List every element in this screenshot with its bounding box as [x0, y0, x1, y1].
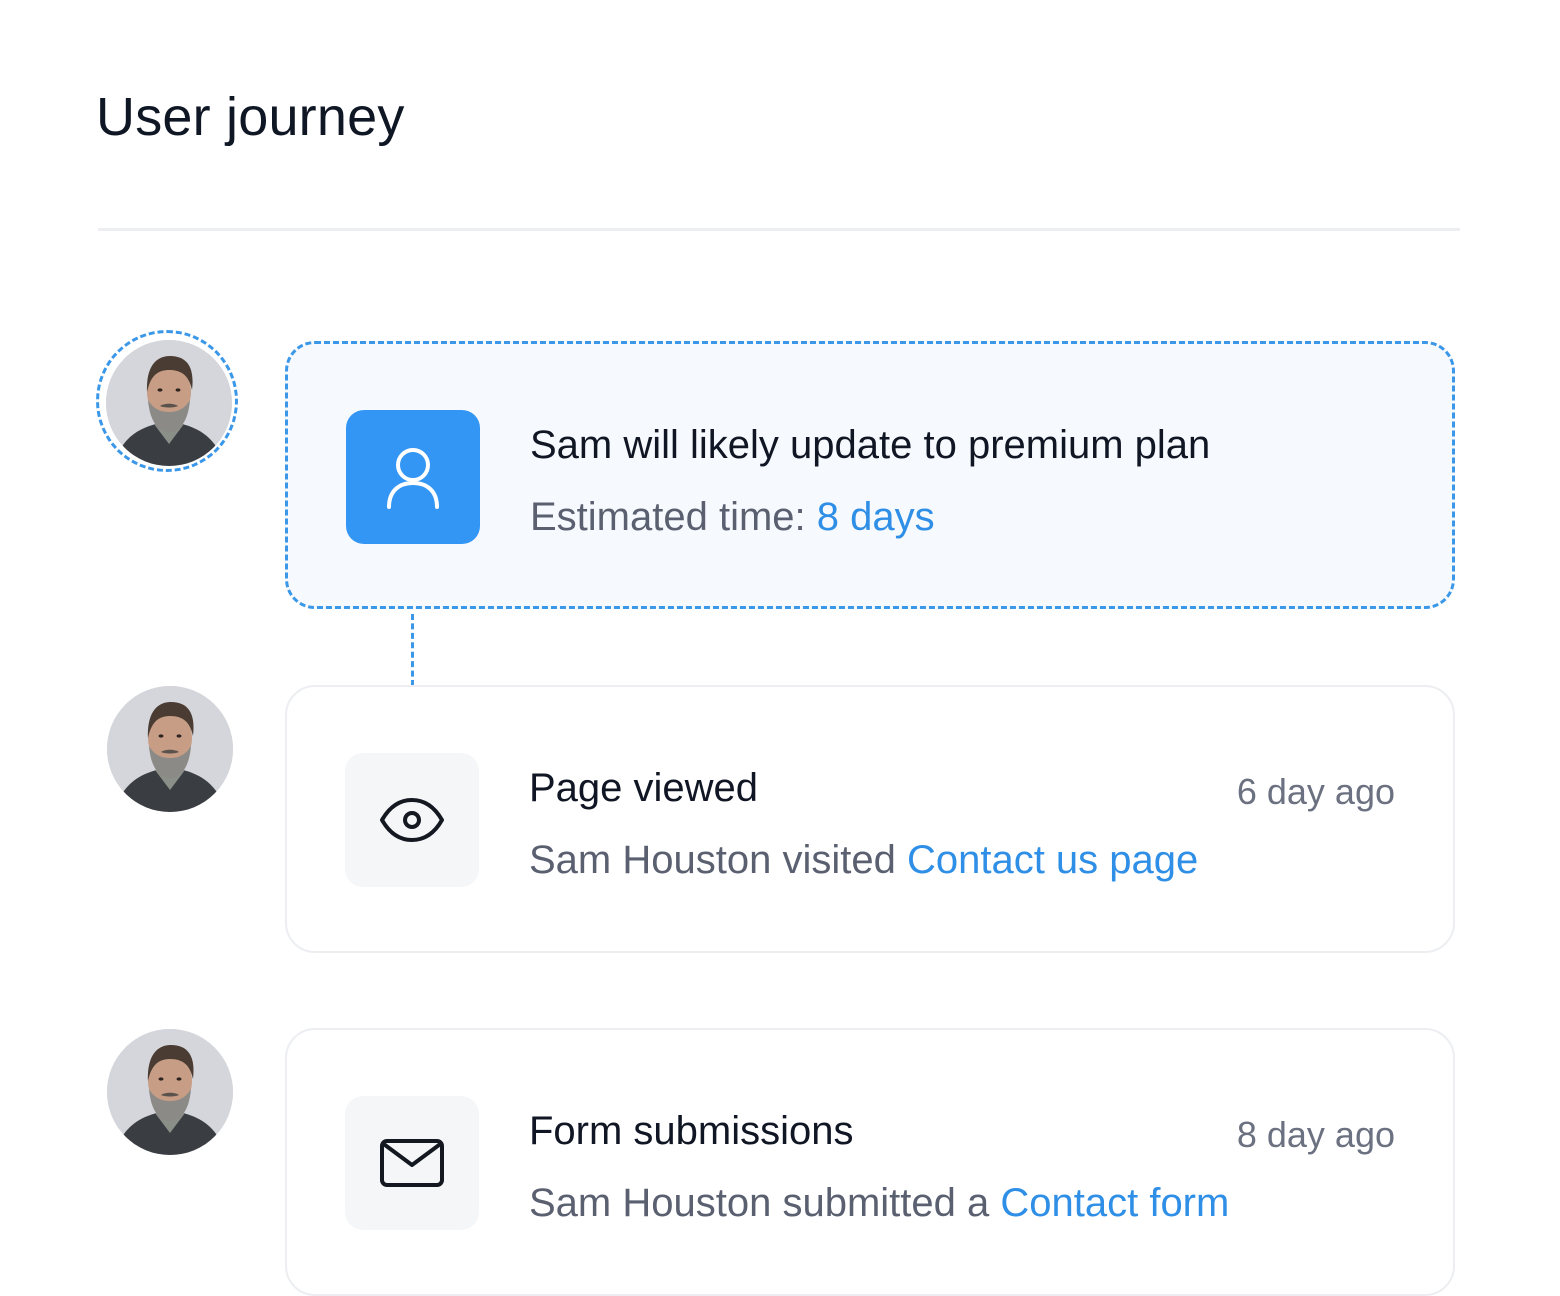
prediction-subtitle-label: Estimated time: — [530, 495, 817, 539]
event-title: Form submissions — [529, 1109, 854, 1153]
avatar[interactable] — [107, 1029, 233, 1155]
event-time: 6 day ago — [1236, 771, 1395, 812]
prediction-title: Sam will likely update to premium plan — [530, 423, 1211, 467]
estimated-time-value: 8 days — [816, 495, 935, 539]
prediction-icon-box — [346, 410, 480, 544]
avatar[interactable] — [107, 686, 233, 812]
user-icon — [387, 448, 439, 509]
avatar-image — [106, 340, 232, 466]
prediction-card[interactable]: Sam will likely update to premium plan E… — [285, 341, 1455, 609]
header-divider — [98, 228, 1460, 231]
event-title: Page viewed — [529, 766, 759, 810]
event-icon-box — [345, 753, 479, 887]
avatar-image — [107, 1029, 233, 1155]
avatar-image — [107, 686, 233, 812]
event-description: Sam Houston visited Contact us page — [529, 835, 1198, 885]
timeline-connector — [411, 614, 414, 686]
eye-icon — [380, 798, 444, 842]
event-description-text: Sam Houston visited — [529, 838, 907, 882]
avatar[interactable] — [106, 340, 232, 466]
prediction-subtitle: Estimated time: 8 days — [530, 492, 935, 542]
event-description: Sam Houston submitted a Contact form — [529, 1178, 1229, 1228]
contact-form-link[interactable]: Contact form — [1000, 1181, 1229, 1225]
event-description-text: Sam Houston submitted a — [529, 1181, 1001, 1225]
event-time: 8 day ago — [1236, 1114, 1395, 1155]
page-title: User journey — [96, 87, 405, 147]
event-icon-box — [345, 1096, 479, 1230]
mail-icon — [380, 1139, 444, 1187]
event-card-page-viewed[interactable]: Page viewed 6 day ago Sam Houston visite… — [285, 685, 1455, 953]
event-card-form-submissions[interactable]: Form submissions 8 day ago Sam Houston s… — [285, 1028, 1455, 1296]
contact-us-page-link[interactable]: Contact us page — [907, 838, 1198, 882]
